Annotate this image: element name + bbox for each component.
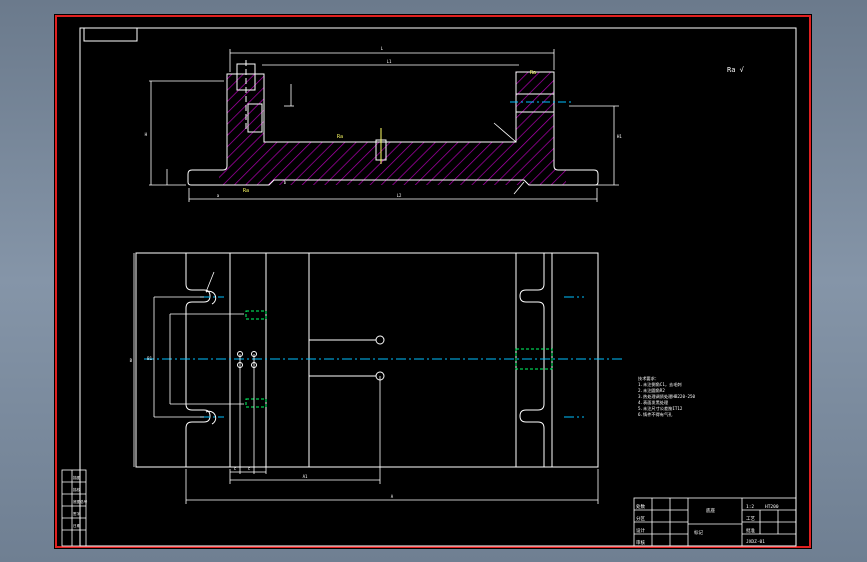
svg-text:H1: H1 [617, 134, 622, 139]
svg-text:分区: 分区 [636, 515, 645, 522]
drawing-sheet: L L1 H L2 a b H1 Ra Ra Ra Ra √ B B1 A A1… [54, 14, 812, 549]
material: HT200 [765, 504, 779, 510]
svg-text:工艺: 工艺 [746, 516, 755, 522]
svg-text:H: H [145, 132, 148, 137]
title-block-text: 底座 标记 1:2 HT200 JXDZ-01 处数 分区 设计 审核 工艺 批… [636, 503, 779, 546]
cad-viewport: L L1 H L2 a b H1 Ra Ra Ra Ra √ B B1 A A1… [0, 0, 867, 562]
title-label: 标记 [694, 529, 703, 536]
svg-text:底图总号: 底图总号 [73, 499, 88, 504]
engineering-drawing: L L1 H L2 a b H1 Ra Ra Ra Ra √ B B1 A A1… [55, 15, 811, 548]
svg-text:描图: 描图 [73, 475, 81, 480]
right-ear-outline [519, 253, 545, 467]
svg-text:描校: 描校 [73, 487, 81, 492]
general-roughness: Ra √ [727, 66, 745, 74]
drawing-border [79, 27, 797, 547]
svg-text:批准: 批准 [746, 527, 755, 534]
svg-text:a: a [217, 193, 220, 198]
part-name: 底座 [706, 507, 715, 514]
svg-text:2.未注圆角R2: 2.未注圆角R2 [638, 387, 665, 394]
plan-view [135, 252, 599, 468]
scale: 1:2 [746, 504, 754, 510]
svg-text:设计: 设计 [636, 527, 645, 534]
svg-text:4.表面发黑处理: 4.表面发黑处理 [638, 399, 669, 406]
hole-upper [375, 335, 385, 345]
section-view [187, 60, 599, 186]
tech-requirements: 技术要求： 1.未注倒角C1，去毛刺 2.未注圆角R2 3.热处理调质处理HB2… [638, 375, 696, 418]
hatch-area [219, 72, 566, 185]
svg-text:签字: 签字 [73, 511, 81, 516]
plan-dimensions [133, 253, 599, 504]
svg-text:日期: 日期 [73, 523, 81, 528]
left-strip [61, 469, 87, 547]
inner-step [308, 339, 376, 377]
svg-text:处数: 处数 [636, 503, 645, 510]
left-ear-outline [185, 253, 211, 467]
svg-text:L1: L1 [387, 59, 392, 64]
svg-text:L2: L2 [397, 193, 402, 198]
code-box [83, 27, 138, 42]
svg-text:Ra: Ra [337, 134, 343, 140]
svg-text:B: B [130, 358, 133, 363]
svg-text:L: L [381, 46, 384, 51]
plan-labels: B B1 A A1 c c [130, 356, 394, 499]
svg-text:A: A [391, 494, 394, 499]
svg-text:3.热处理调质处理HB220-250: 3.热处理调质处理HB220-250 [638, 393, 696, 400]
plan-outline [135, 252, 599, 468]
svg-text:A1: A1 [303, 474, 308, 479]
svg-text:审核: 审核 [636, 539, 645, 546]
svg-text:6.铸件不得有气孔: 6.铸件不得有气孔 [638, 411, 673, 418]
svg-text:B1: B1 [147, 356, 152, 361]
svg-text:1.未注倒角C1，去毛刺: 1.未注倒角C1，去毛刺 [638, 381, 682, 388]
svg-text:Ra: Ra [530, 70, 536, 76]
svg-text:5.未注尺寸公差按IT12: 5.未注尺寸公差按IT12 [638, 405, 683, 412]
svg-text:技术要求：: 技术要求： [638, 375, 659, 382]
svg-text:Ra: Ra [243, 188, 249, 194]
drawing-number: JXDZ-01 [746, 539, 765, 545]
